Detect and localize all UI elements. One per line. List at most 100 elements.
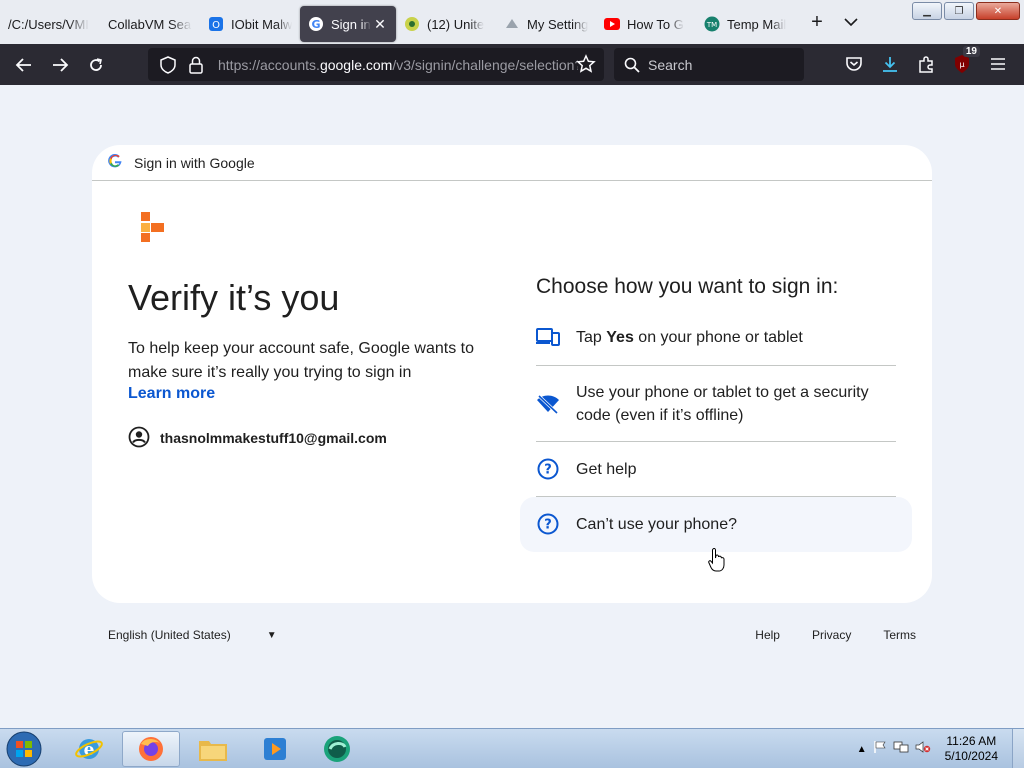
restore-button[interactable]: ❐ — [944, 2, 974, 20]
taskbar-app[interactable] — [308, 731, 366, 767]
padlock-icon[interactable] — [184, 53, 208, 77]
tab-my-settings[interactable]: My Setting — [496, 6, 596, 42]
tab-iobit[interactable]: O IObit Malw — [200, 6, 300, 42]
downloads-button[interactable] — [872, 48, 908, 80]
option-security-code-label: Use your phone or tablet to get a securi… — [576, 383, 869, 424]
hamburger-menu-icon — [991, 58, 1005, 70]
taskbar-file-explorer[interactable] — [184, 731, 242, 767]
language-selector[interactable]: English (United States) ▼ — [108, 628, 277, 642]
address-bar[interactable]: https://accounts.google.com/v3/signin/ch… — [148, 48, 604, 81]
ublock-icon: μ — [955, 55, 969, 73]
tab-label: Sign in — [331, 16, 371, 32]
privacy-link[interactable]: Privacy — [812, 628, 851, 642]
close-icon[interactable]: ✕ — [372, 16, 388, 33]
show-hidden-icons-icon[interactable]: ▲ — [857, 744, 867, 755]
tab-label: My Setting — [527, 16, 588, 32]
folder-icon — [199, 741, 227, 761]
pocket-button[interactable] — [836, 48, 872, 80]
youtube-icon — [604, 16, 620, 32]
forward-arrow-icon — [53, 57, 69, 72]
taskbar-internet-explorer[interactable]: e — [60, 731, 118, 767]
option-tap-yes[interactable]: Tap Yes on your phone or tablet — [536, 309, 896, 366]
back-button[interactable] — [6, 49, 42, 81]
card-header-title: Sign in with Google — [134, 154, 255, 171]
google-icon: G — [308, 16, 324, 32]
bookmark-star-icon[interactable] — [576, 54, 596, 79]
volume-muted-icon[interactable] — [915, 740, 931, 759]
puzzle-icon — [919, 56, 933, 73]
option-security-code[interactable]: Use your phone or tablet to get a securi… — [536, 366, 896, 442]
choose-method-heading: Choose how you want to sign in: — [536, 275, 839, 298]
extensions-button[interactable] — [908, 48, 944, 80]
window-controls: ▁ ❐ ✕ — [912, 2, 1020, 20]
account-avatar-icon — [128, 426, 152, 450]
minimize-button[interactable]: ▁ — [912, 2, 942, 20]
firefox-icon — [139, 737, 163, 761]
terms-link[interactable]: Terms — [883, 628, 916, 642]
taskbar-clock[interactable]: 11:26 AM 5/10/2024 — [945, 734, 998, 764]
show-desktop-button[interactable] — [1012, 729, 1024, 768]
tab-label: CollabVM Sear — [108, 16, 192, 32]
app-menu-button[interactable] — [980, 48, 1016, 80]
account-email: thasnolmmakestuff10@gmail.com — [160, 430, 387, 446]
app-logo — [138, 212, 168, 246]
page-description: To help keep your account safe, Google w… — [128, 340, 474, 381]
tab-file[interactable]: /C:/Users/VMI — [0, 6, 100, 42]
back-arrow-icon — [15, 57, 31, 72]
option-get-help-label: Get help — [576, 460, 637, 478]
new-tab-button[interactable]: + — [800, 5, 834, 39]
offline-wifi-icon — [536, 392, 560, 416]
action-center-flag-icon[interactable] — [873, 740, 887, 759]
pocket-icon — [846, 57, 862, 71]
clock-time: 11:26 AM — [946, 734, 997, 748]
tab-label: (12) Unite — [427, 16, 485, 32]
url-prefix: https://accounts. — [218, 56, 320, 73]
tab-sign-in[interactable]: G Sign in ✕ — [300, 6, 396, 42]
tempmail-icon: TM — [704, 16, 720, 32]
option-tap-yes-label: Tap Yes on your phone or tablet — [576, 326, 803, 349]
network-icon[interactable] — [893, 740, 909, 759]
window-close-button[interactable]: ✕ — [976, 2, 1020, 20]
learn-more-link[interactable]: Learn more — [128, 385, 215, 403]
tab-collabvm[interactable]: CollabVM Sear — [100, 6, 200, 42]
forward-button[interactable] — [42, 49, 78, 81]
navigation-toolbar: https://accounts.google.com/v3/signin/ch… — [0, 44, 1024, 85]
start-button[interactable] — [4, 730, 44, 768]
tab-youtube[interactable]: How To G — [596, 6, 696, 42]
search-bar[interactable]: Search — [614, 48, 804, 81]
tab-temp-mail[interactable]: TM Temp Mail — [696, 6, 796, 42]
svg-text:G: G — [311, 18, 320, 31]
reload-icon — [90, 57, 102, 71]
system-tray: ▲ 11:26 AM 5/10/2024 — [857, 729, 998, 768]
ublock-extension-button[interactable]: μ 19 — [944, 46, 980, 80]
option-text-pre: Tap — [576, 328, 607, 346]
download-icon — [883, 57, 897, 72]
option-get-help[interactable]: ? Get help — [536, 442, 896, 497]
option-cant-use-phone[interactable]: ? Can’t use your phone? — [520, 497, 912, 552]
url-text[interactable]: https://accounts.google.com/v3/signin/ch… — [218, 57, 578, 73]
taskbar-firefox[interactable] — [122, 731, 180, 767]
taskbar-media-player[interactable] — [246, 731, 304, 767]
help-link[interactable]: Help — [755, 628, 780, 642]
toolbar-right: μ 19 — [836, 46, 1016, 80]
extension-badge: 19 — [962, 46, 980, 57]
hand-cursor-icon — [708, 547, 726, 577]
app-icon — [404, 16, 420, 32]
tab-label: How To G — [627, 16, 684, 32]
internet-explorer-icon: e — [75, 739, 103, 760]
tab-label: IObit Malw — [231, 16, 292, 32]
account-chip[interactable]: thasnolmmakestuff10@gmail.com — [128, 426, 387, 450]
url-path: /v3/signin/challenge/selection? — [392, 56, 578, 73]
tab-label: Temp Mail — [727, 16, 787, 32]
list-all-tabs-button[interactable] — [834, 5, 868, 39]
signin-card: Sign in with Google Verify it’s you To h… — [92, 145, 932, 603]
option-text-post: on your phone or tablet — [633, 328, 803, 346]
tab-united[interactable]: (12) Unite — [396, 6, 496, 42]
help-circle-icon: ? — [536, 512, 560, 536]
svg-text:μ: μ — [959, 60, 964, 69]
reload-button[interactable] — [78, 49, 114, 81]
option-cant-use-phone-label: Can’t use your phone? — [576, 515, 737, 533]
language-label: English (United States) — [108, 628, 231, 642]
tracking-protection-shield-icon[interactable] — [156, 53, 180, 77]
svg-text:O: O — [212, 20, 220, 31]
